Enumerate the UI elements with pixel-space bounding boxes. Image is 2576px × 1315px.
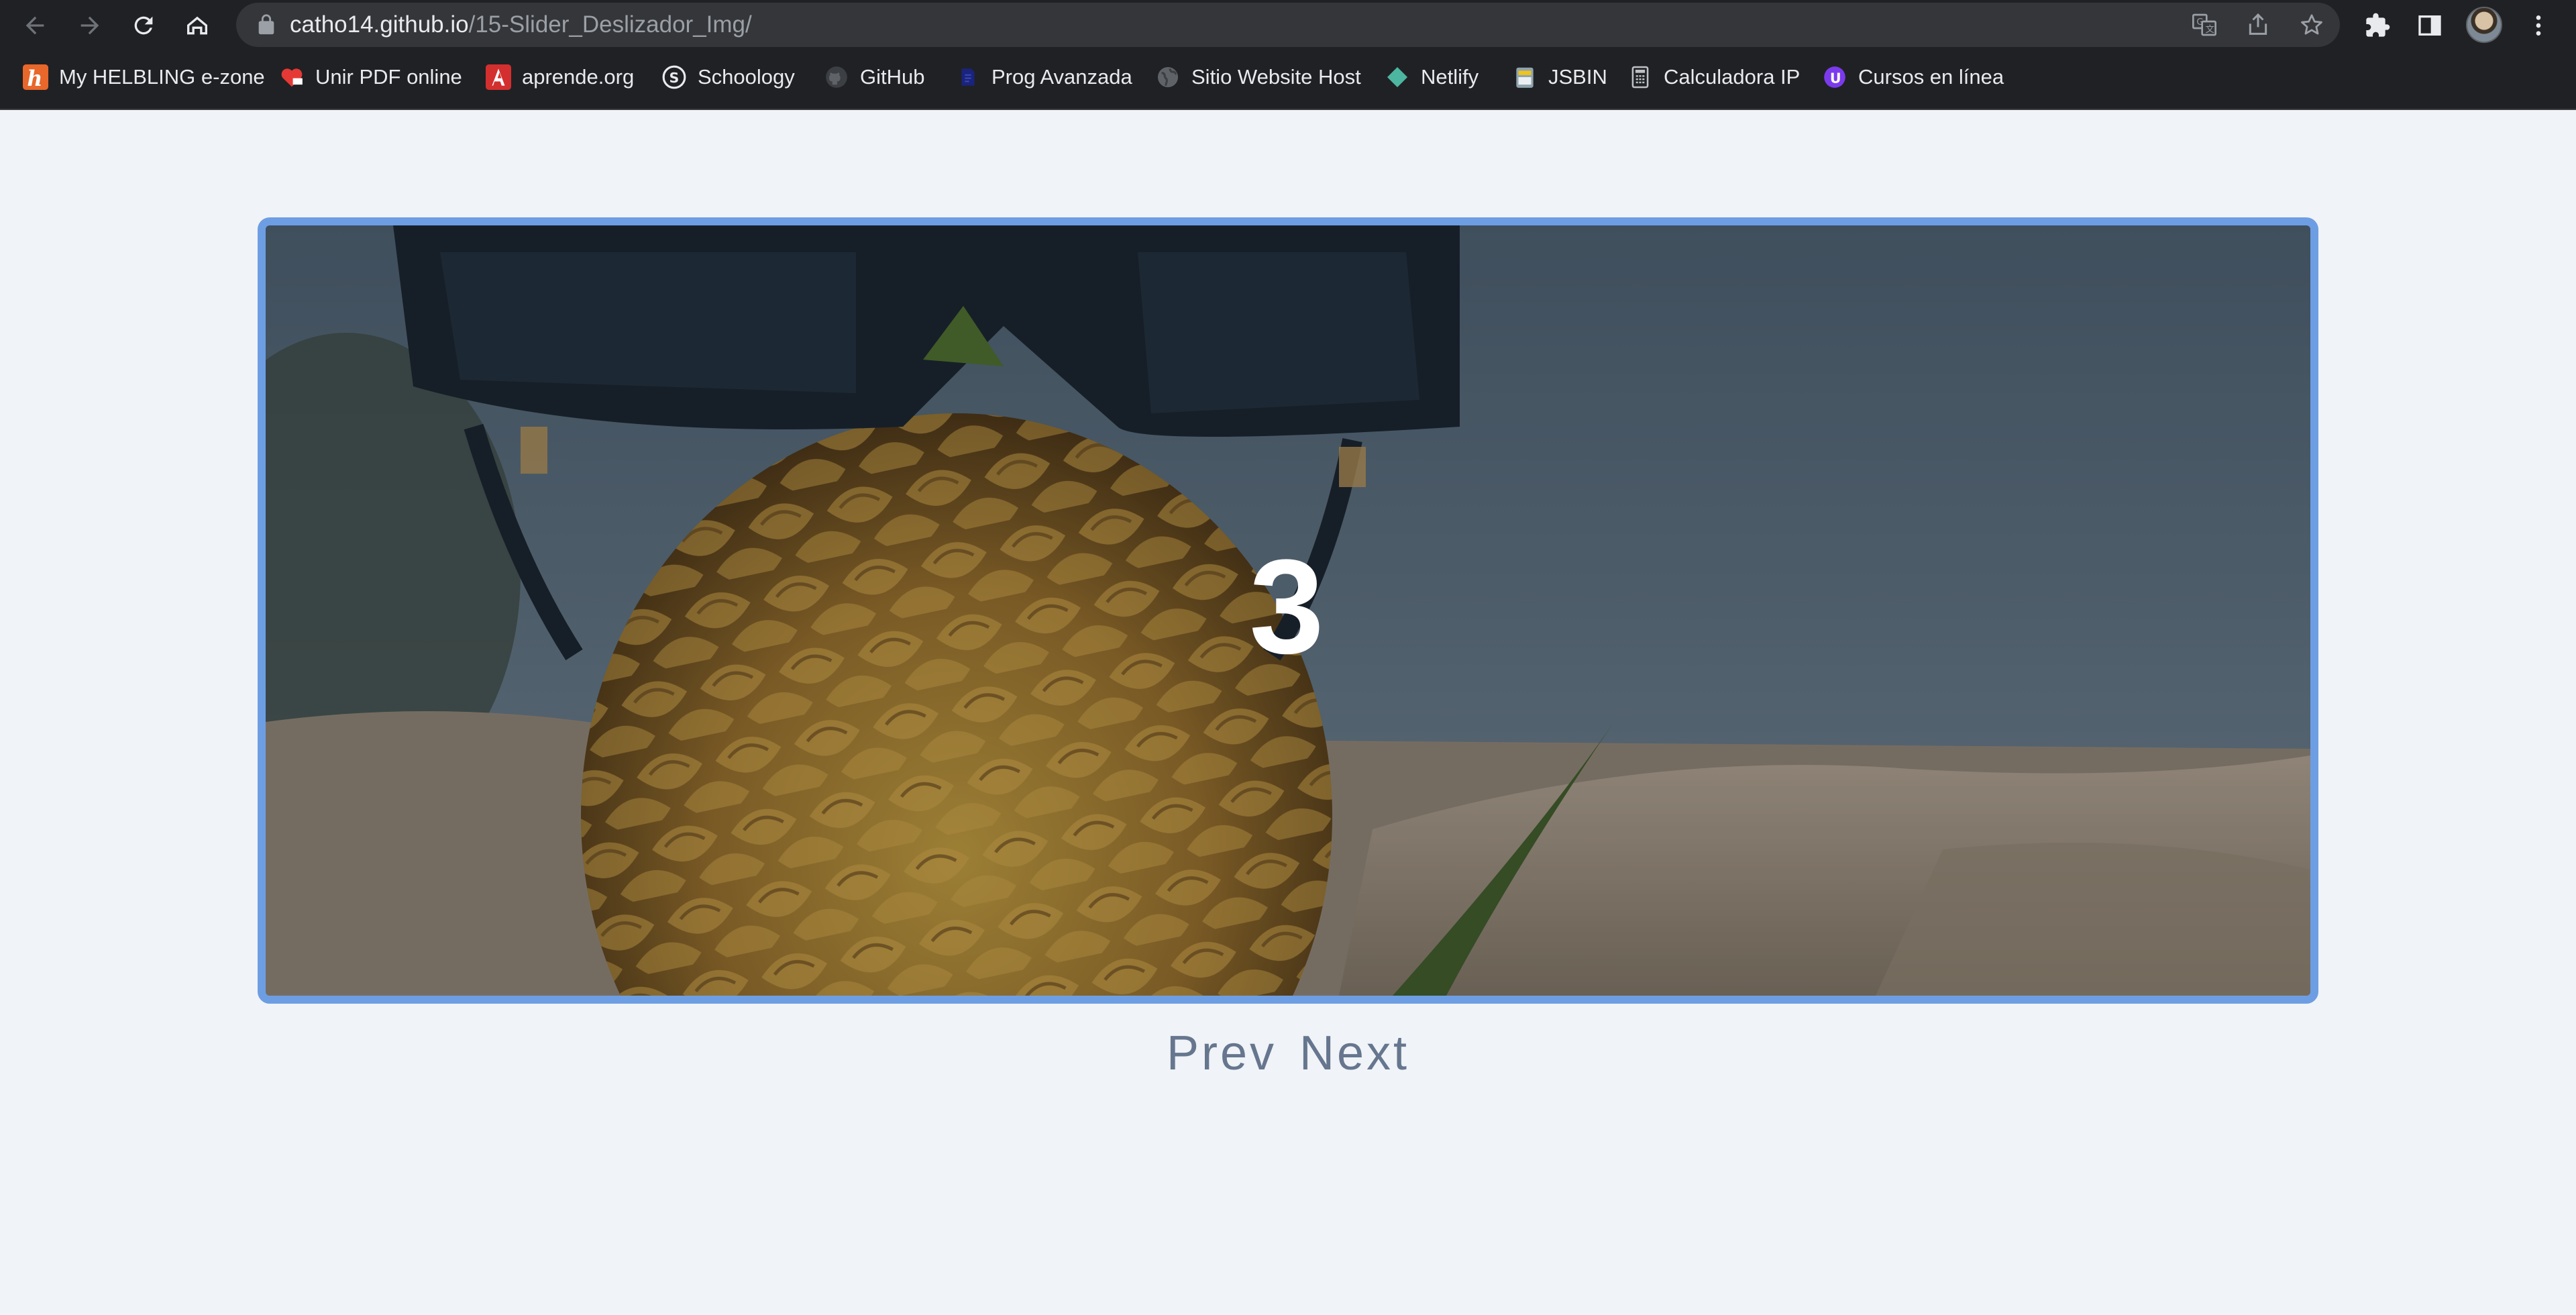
kebab-menu-icon: [2536, 15, 2541, 36]
arrow-right-icon: [80, 16, 99, 35]
bookmark-github[interactable]: GitHub: [824, 56, 924, 98]
svg-text:文: 文: [2206, 24, 2214, 35]
url-path: /15-Slider_Deslizador_Img/: [468, 11, 752, 38]
svg-text:G: G: [2196, 17, 2203, 28]
prog-avanzada-icon: [955, 64, 981, 90]
forward-button[interactable]: [71, 7, 109, 44]
profile-avatar[interactable]: [2466, 7, 2502, 43]
bookmark-label: Prog Avanzada: [991, 65, 1132, 89]
netlify-icon: [1385, 64, 1410, 90]
browser-chrome: catho14.github.io/15-Slider_Deslizador_I…: [0, 0, 2576, 110]
bookmarks-bar: h My HELBLING e-zone Unir PDF online apr…: [0, 56, 2576, 98]
bookmark-sitio-website-host[interactable]: Sitio Website Host: [1155, 56, 1361, 98]
bookmark-label: Netlify: [1421, 65, 1479, 89]
github-icon: [824, 64, 849, 90]
bookmark-helbling[interactable]: h My HELBLING e-zone: [23, 56, 265, 98]
calculator-icon: [1627, 64, 1653, 90]
heart-pdf-icon: [279, 64, 305, 90]
extensions-button[interactable]: [2359, 7, 2396, 44]
translate-button[interactable]: G文: [2190, 10, 2219, 40]
bookmark-calculadora-ip[interactable]: Calculadora IP: [1627, 56, 1800, 98]
home-button[interactable]: [178, 7, 216, 44]
url-host: catho14.github.io: [290, 11, 469, 38]
bookmark-label: Sitio Website Host: [1191, 65, 1361, 89]
bookmark-star-button[interactable]: [2297, 10, 2326, 40]
url-text: catho14.github.io/15-Slider_Deslizador_I…: [290, 3, 752, 47]
menu-button[interactable]: [2520, 7, 2557, 44]
browser-toolbar: catho14.github.io/15-Slider_Deslizador_I…: [0, 0, 2576, 50]
bookmark-label: My HELBLING e-zone: [59, 65, 265, 89]
slide-number: 3: [1249, 532, 1324, 682]
bookmark-label: Schoology: [698, 65, 795, 89]
svg-text:S: S: [669, 70, 680, 86]
bookmark-aprende[interactable]: aprende.org: [486, 56, 634, 98]
back-button[interactable]: [16, 7, 54, 44]
bookmark-label: JSBIN: [1548, 65, 1607, 89]
jsbin-icon: [1512, 64, 1538, 90]
home-icon: [187, 16, 207, 35]
prev-button[interactable]: Prev: [1167, 1020, 1277, 1087]
svg-text:U: U: [1830, 70, 1841, 87]
svg-text:h: h: [27, 66, 42, 90]
bookmark-label: GitHub: [860, 65, 925, 89]
arrow-left-icon: [25, 16, 44, 35]
globe-icon: [1155, 64, 1181, 90]
bookmark-jsbin[interactable]: JSBIN: [1512, 56, 1607, 98]
next-button[interactable]: Next: [1299, 1020, 1409, 1087]
bookmark-label: Calculadora IP: [1664, 65, 1801, 89]
reload-icon: [134, 16, 153, 35]
bookmark-label: Cursos en línea: [1858, 65, 2004, 89]
cursos-icon: U: [1822, 64, 1847, 90]
aprende-icon: [486, 64, 511, 90]
bookmark-cursos-en-linea[interactable]: U Cursos en línea: [1822, 56, 2004, 98]
bookmark-schoology[interactable]: S Schoology: [661, 56, 795, 98]
bookmark-label: Unir PDF online: [315, 65, 462, 89]
toolbar-divider: [0, 109, 2576, 110]
slider-controls: Prev Next: [0, 1020, 2576, 1087]
reload-button[interactable]: [125, 7, 162, 44]
bookmark-netlify[interactable]: Netlify: [1385, 56, 1479, 98]
star-icon: [2301, 14, 2322, 35]
puzzle-icon: [2366, 13, 2390, 37]
lock-icon: [258, 14, 274, 35]
helbling-icon: h: [23, 64, 48, 90]
side-panel-button[interactable]: [2411, 7, 2449, 44]
schoology-icon: S: [661, 64, 687, 90]
image-slider: 3: [258, 217, 2318, 1004]
translate-icon: G文: [2192, 13, 2216, 36]
share-button[interactable]: [2243, 10, 2273, 40]
bookmark-unir-pdf[interactable]: Unir PDF online: [279, 56, 462, 98]
bookmark-prog-avanzada[interactable]: Prog Avanzada: [955, 56, 1132, 98]
bookmark-label: aprende.org: [522, 65, 635, 89]
address-bar[interactable]: catho14.github.io/15-Slider_Deslizador_I…: [236, 3, 2340, 47]
side-panel-icon: [2418, 15, 2441, 36]
share-icon: [2249, 13, 2267, 35]
